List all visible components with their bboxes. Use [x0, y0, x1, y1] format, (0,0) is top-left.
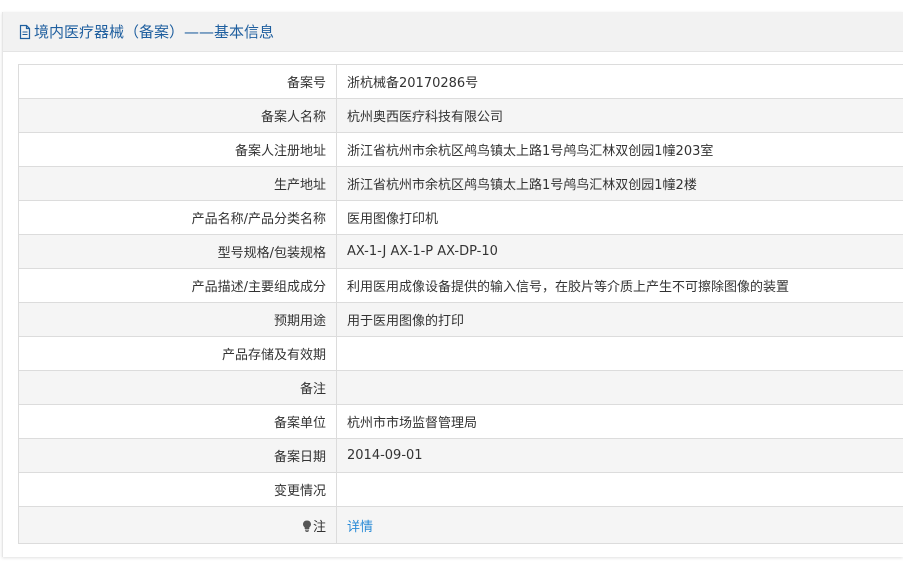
- field-value: 杭州奥西医疗科技有限公司: [336, 98, 903, 133]
- info-table: 备案号 浙杭械备20170286号 备案人名称 杭州奥西医疗科技有限公司 备案人注册地址…: [18, 64, 903, 544]
- field-label: 备案单位: [18, 404, 337, 439]
- info-table-wrapper: 备案号 浙杭械备20170286号 备案人名称 杭州奥西医疗科技有限公司 备案人注册地址…: [18, 64, 903, 544]
- field-label: 预期用途: [18, 302, 337, 337]
- field-label: 产品描述/主要组成成分: [18, 268, 337, 303]
- table-row: 备注: [18, 370, 903, 405]
- table-row: 产品描述/主要组成成分 利用医用成像设备提供的输入信号，在胶片等介质上产生不可擦除…: [18, 268, 903, 303]
- field-value: 杭州市市场监督管理局: [336, 404, 903, 439]
- field-value: 浙江省杭州市余杭区鸬鸟镇太上路1号鸬鸟汇林双创园1幢2楼: [336, 166, 903, 201]
- field-label: 型号规格/包装规格: [18, 234, 337, 269]
- field-value: [336, 336, 903, 371]
- table-row: 产品名称/产品分类名称 医用图像打印机: [18, 200, 903, 235]
- table-row: 备案人注册地址 浙江省杭州市余杭区鸬鸟镇太上路1号鸬鸟汇林双创园1幢203室: [18, 132, 903, 167]
- field-value: 医用图像打印机: [336, 200, 903, 235]
- page-title: 境内医疗器械（备案）——基本信息: [34, 23, 275, 41]
- table-row: 备案日期 2014-09-01: [18, 438, 903, 473]
- table-row: 备案人名称 杭州奥西医疗科技有限公司: [18, 98, 903, 133]
- table-row: 产品存储及有效期: [18, 336, 903, 371]
- field-value: 浙杭械备20170286号: [336, 64, 903, 99]
- table-row: 备案号 浙杭械备20170286号: [18, 64, 903, 99]
- detail-link[interactable]: 详情: [347, 520, 373, 535]
- field-value: 利用医用成像设备提供的输入信号，在胶片等介质上产生不可擦除图像的装置: [336, 268, 903, 303]
- field-label: 产品名称/产品分类名称: [18, 200, 337, 235]
- field-value: 浙江省杭州市余杭区鸬鸟镇太上路1号鸬鸟汇林双创园1幢203室: [336, 132, 903, 167]
- table-row: 预期用途 用于医用图像的打印: [18, 302, 903, 337]
- field-value: 2014-09-01: [336, 438, 903, 473]
- table-row: 型号规格/包装规格 AX-1-J AX-1-P AX-DP-10: [18, 234, 903, 269]
- field-label: 变更情况: [18, 472, 337, 507]
- field-value: [336, 370, 903, 405]
- table-row: 生产地址 浙江省杭州市余杭区鸬鸟镇太上路1号鸬鸟汇林双创园1幢2楼: [18, 166, 903, 201]
- field-value: 用于医用图像的打印: [336, 302, 903, 337]
- field-label: 产品存储及有效期: [18, 336, 337, 371]
- note-value-cell: 详情: [336, 506, 903, 544]
- field-label: 备注: [18, 370, 337, 405]
- field-value: AX-1-J AX-1-P AX-DP-10: [336, 234, 903, 269]
- document-icon: [19, 24, 31, 39]
- table-row: 备案单位 杭州市市场监督管理局: [18, 404, 903, 439]
- panel-header: 境内医疗器械（备案）——基本信息: [3, 12, 903, 52]
- table-row-note: 注 详情: [18, 506, 903, 544]
- field-label: 备案人注册地址: [18, 132, 337, 167]
- note-label: 注: [312, 519, 326, 535]
- note-label-cell: 注: [18, 506, 337, 544]
- field-value: [336, 472, 903, 507]
- table-row: 变更情况: [18, 472, 903, 507]
- field-label: 备案号: [18, 64, 337, 99]
- detail-panel: 境内医疗器械（备案）——基本信息 备案号 浙杭械备20170286号 备案人名称 杭州…: [2, 12, 903, 557]
- field-label: 生产地址: [18, 166, 337, 201]
- field-label: 备案人名称: [18, 98, 337, 133]
- field-label: 备案日期: [18, 438, 337, 473]
- lightbulb-icon: [302, 520, 311, 532]
